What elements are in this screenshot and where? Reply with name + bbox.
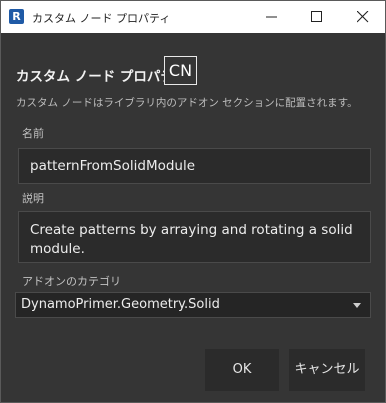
close-button[interactable]: [340, 1, 386, 33]
name-field[interactable]: patternFromSolidModule: [18, 148, 371, 184]
minimize-button[interactable]: [249, 1, 295, 33]
maximize-button[interactable]: [294, 1, 340, 33]
cancel-button[interactable]: キャンセル: [289, 349, 365, 391]
category-value: DynamoPrimer.Geometry.Solid: [21, 297, 220, 312]
ok-button[interactable]: OK: [205, 349, 279, 391]
category-label: アドオンのカテゴリ: [22, 275, 121, 288]
title-bar[interactable]: R カスタム ノード プロパティ: [1, 1, 385, 33]
dialog-description: カスタム ノードはライブラリ内のアドオン セクションに配置されます。: [16, 97, 358, 109]
minimize-icon: [266, 16, 277, 18]
dialog-heading: カスタム ノード プロパティ: [16, 69, 187, 85]
dialog-content: カスタム ノード プロパティ CN カスタム ノードはライブラリ内のアドオン セ…: [1, 33, 385, 402]
description-label: 説明: [22, 192, 44, 205]
category-select[interactable]: DynamoPrimer.Geometry.Solid: [15, 292, 371, 318]
window-title: カスタム ノード プロパティ: [32, 12, 171, 25]
maximize-icon: [311, 11, 322, 22]
description-field[interactable]: Create patterns by arraying and rotating…: [18, 211, 371, 263]
custom-node-badge: CN: [164, 56, 197, 85]
close-icon: [357, 11, 369, 23]
dialog-window: R カスタム ノード プロパティ カスタム ノード プロパティ CN カスタム …: [0, 0, 386, 403]
revit-icon: R: [9, 9, 24, 24]
chevron-down-icon: [353, 303, 361, 308]
name-label: 名前: [22, 127, 44, 140]
